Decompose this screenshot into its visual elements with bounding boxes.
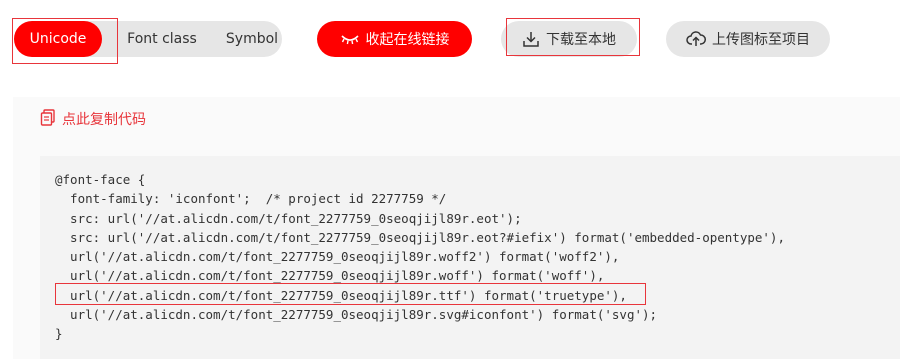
- upload-icons-to-project-button[interactable]: 上传图标至项目: [666, 21, 830, 57]
- collapse-online-link-button[interactable]: 收起在线链接: [317, 21, 472, 57]
- tab-symbol[interactable]: Symbol: [214, 21, 290, 57]
- tab-font-class[interactable]: Font class: [110, 21, 214, 57]
- closed-eye-icon: [340, 33, 360, 45]
- code-line: url('//at.alicdn.com/t/font_2277759_0seo…: [55, 268, 605, 284]
- download-to-local-label: 下载至本地: [546, 32, 616, 48]
- copy-code-link[interactable]: 点此复制代码: [40, 108, 146, 130]
- copy-code-label: 点此复制代码: [62, 112, 146, 128]
- tab-unicode[interactable]: Unicode: [14, 21, 102, 57]
- code-line: url('//at.alicdn.com/t/font_2277759_0seo…: [55, 287, 627, 303]
- download-icon: [522, 30, 540, 48]
- code-line: url('//at.alicdn.com/t/font_2277759_0seo…: [55, 249, 620, 265]
- copy-document-icon: [40, 108, 56, 130]
- code-line: font-family: 'iconfont'; /* project id 2…: [55, 191, 447, 207]
- code-line: src: url('//at.alicdn.com/t/font_2277759…: [55, 210, 522, 226]
- collapse-online-link-label: 收起在线链接: [365, 32, 450, 48]
- download-to-local-button[interactable]: 下载至本地: [501, 21, 637, 57]
- code-line: url('//at.alicdn.com/t/font_2277759_0seo…: [55, 307, 658, 323]
- font-type-segmented-control: Unicode Font class Symbol: [14, 21, 282, 57]
- code-line: @font-face {: [55, 172, 146, 187]
- code-line: }: [55, 326, 63, 342]
- upload-icons-to-project-label: 上传图标至项目: [712, 32, 810, 48]
- font-face-code: @font-face { font-family: 'iconfont'; /*…: [55, 170, 785, 344]
- cloud-upload-icon: [686, 30, 706, 48]
- code-line: src: url('//at.alicdn.com/t/font_2277759…: [55, 229, 785, 245]
